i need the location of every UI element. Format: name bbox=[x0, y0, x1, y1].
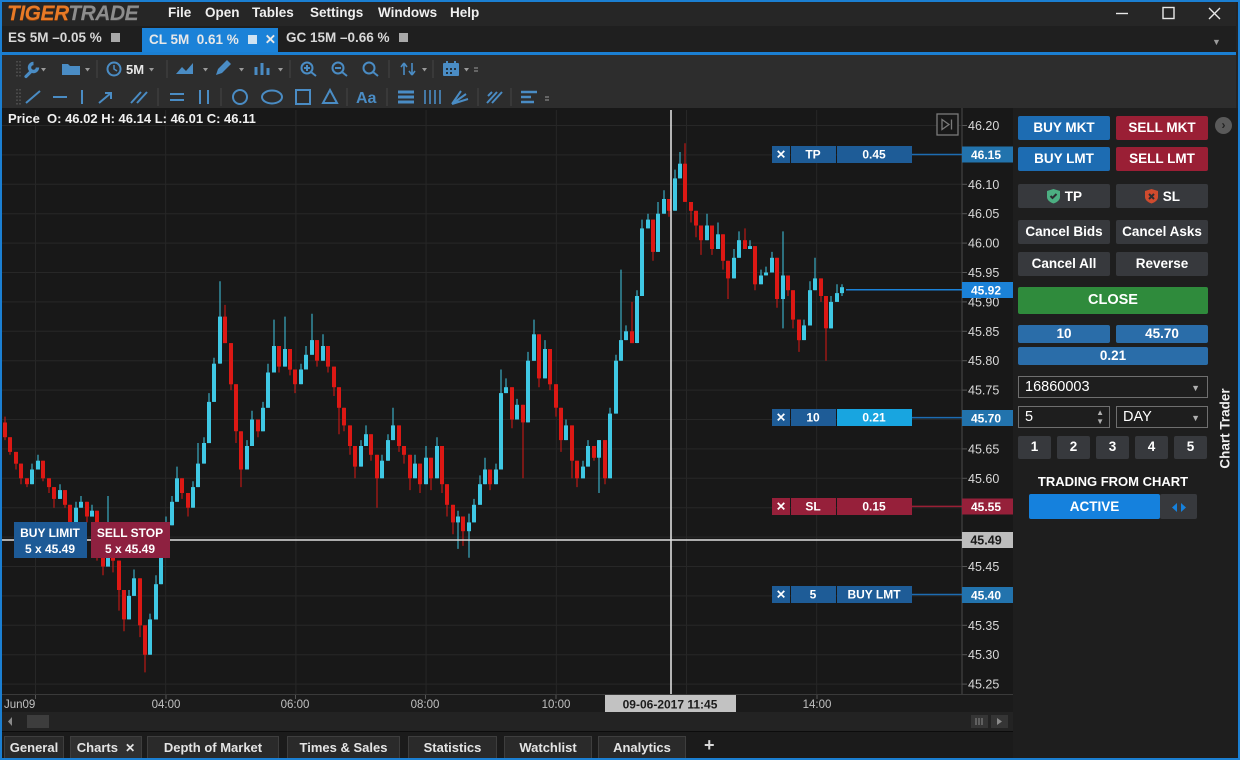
svg-text:45.70: 45.70 bbox=[971, 412, 1001, 426]
svg-text:5: 5 bbox=[810, 588, 817, 602]
svg-text:46.15: 46.15 bbox=[971, 148, 1001, 162]
svg-text:5M: 5M bbox=[126, 62, 144, 77]
svg-text:45.60: 45.60 bbox=[968, 472, 999, 486]
svg-text:10:00: 10:00 bbox=[542, 699, 571, 711]
svg-text:45.92: 45.92 bbox=[971, 284, 1001, 298]
svg-text:45.85: 45.85 bbox=[968, 325, 999, 339]
svg-text:✕: ✕ bbox=[776, 588, 786, 602]
svg-text:09-06-2017 11:45: 09-06-2017 11:45 bbox=[623, 698, 718, 712]
svg-text:45.75: 45.75 bbox=[968, 384, 999, 398]
svg-text:45.95: 45.95 bbox=[968, 266, 999, 280]
svg-text:✕: ✕ bbox=[776, 500, 786, 514]
svg-text:46.20: 46.20 bbox=[968, 119, 999, 133]
svg-text:45.49: 45.49 bbox=[970, 534, 1001, 548]
svg-text:45.80: 45.80 bbox=[968, 354, 999, 368]
svg-text:10: 10 bbox=[806, 411, 820, 425]
svg-text:✕: ✕ bbox=[776, 411, 786, 425]
svg-text:46.10: 46.10 bbox=[968, 178, 999, 192]
svg-text:45.25: 45.25 bbox=[968, 678, 999, 692]
svg-text:Price O: 46.02 H: 46.14 L: 46: Price O: 46.02 H: 46.14 L: 46.01 C: 46.1… bbox=[8, 111, 256, 126]
svg-text:BUY LMT: BUY LMT bbox=[847, 588, 901, 602]
svg-text:45.30: 45.30 bbox=[968, 648, 999, 662]
svg-text:14:00: 14:00 bbox=[803, 699, 832, 711]
svg-text:5 x 45.49: 5 x 45.49 bbox=[25, 542, 75, 556]
svg-text:06:00: 06:00 bbox=[281, 699, 310, 711]
svg-text:45.35: 45.35 bbox=[968, 619, 999, 633]
svg-text:TP: TP bbox=[805, 148, 820, 162]
svg-text:BUY LIMIT: BUY LIMIT bbox=[20, 526, 80, 540]
svg-text:04:00: 04:00 bbox=[152, 699, 181, 711]
svg-text:0.45: 0.45 bbox=[862, 148, 886, 162]
svg-text:45.40: 45.40 bbox=[971, 589, 1001, 603]
svg-text:45.55: 45.55 bbox=[971, 500, 1001, 514]
svg-text:46.05: 46.05 bbox=[968, 207, 999, 221]
svg-text:Jun09: Jun09 bbox=[4, 699, 35, 711]
svg-text:46.00: 46.00 bbox=[968, 237, 999, 251]
svg-text:45.65: 45.65 bbox=[968, 442, 999, 456]
svg-text:SELL STOP: SELL STOP bbox=[97, 526, 163, 540]
svg-text:0.21: 0.21 bbox=[862, 411, 886, 425]
svg-text:✕: ✕ bbox=[776, 148, 786, 162]
svg-text:Aa: Aa bbox=[356, 90, 377, 107]
svg-text:45.45: 45.45 bbox=[968, 560, 999, 574]
svg-text:0.15: 0.15 bbox=[862, 500, 886, 514]
svg-text:5 x 45.49: 5 x 45.49 bbox=[105, 542, 155, 556]
svg-text:SL: SL bbox=[805, 500, 820, 514]
svg-text:08:00: 08:00 bbox=[411, 699, 440, 711]
